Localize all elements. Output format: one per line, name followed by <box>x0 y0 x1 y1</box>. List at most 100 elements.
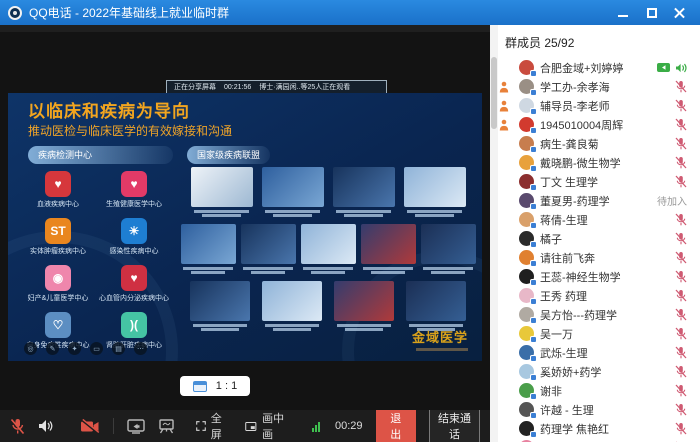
mobile-badge-icon <box>530 393 537 400</box>
member-status: 待加入 <box>657 193 687 208</box>
member-row[interactable]: 武烁-生理 <box>498 343 700 362</box>
fullscreen-button[interactable]: 全屏 <box>196 410 227 442</box>
member-row[interactable]: 药理学 焦艳红 <box>498 419 700 438</box>
member-row[interactable]: 吴一万 <box>498 324 700 343</box>
avatar <box>519 250 534 265</box>
center-icon: ☀ <box>121 218 147 244</box>
conference-photo <box>262 167 324 218</box>
pip-button[interactable]: 画中画 <box>245 410 285 442</box>
member-role-icon <box>499 100 509 112</box>
avatar <box>519 98 534 113</box>
member-name: 学工办-余孝海 <box>540 79 610 95</box>
member-name: 武烁-生理 <box>540 345 588 361</box>
member-scrollbar[interactable] <box>490 25 498 442</box>
whiteboard-button[interactable] <box>158 419 175 434</box>
member-row[interactable]: 请往前飞奔 <box>498 248 700 267</box>
conference-photo <box>421 224 476 275</box>
member-status <box>675 403 687 416</box>
close-icon[interactable] <box>674 7 686 19</box>
mic-muted-icon <box>10 418 25 435</box>
mobile-badge-icon <box>530 279 537 286</box>
center-label: 感染性疾病中心 <box>96 246 172 256</box>
photo-caption <box>190 321 250 331</box>
whiteboard-icon <box>158 419 175 434</box>
pending-join-label: 待加入 <box>657 193 687 208</box>
member-row[interactable]: 许越 - 生理 <box>498 400 700 419</box>
disease-center-tile: ♥ 生殖健康医学中心 <box>96 171 172 216</box>
center-icon: ♡ <box>45 312 71 338</box>
muted-mic-icon <box>675 232 687 245</box>
toolbar-divider <box>113 418 114 434</box>
member-name: 合肥金域+刘婷婷 <box>540 60 623 76</box>
member-row[interactable]: 王秀 药理 <box>498 286 700 305</box>
member-row[interactable]: 董夏男-药理学 待加入 <box>498 191 700 210</box>
mobile-badge-icon <box>530 355 537 362</box>
qq-call-app-icon <box>8 6 22 20</box>
member-row[interactable]: 如愿 <box>498 438 700 442</box>
member-name: 谢非 <box>540 383 562 399</box>
camera-off-button[interactable] <box>80 419 100 434</box>
maximize-icon[interactable] <box>646 7 658 19</box>
photo-caption <box>421 264 476 274</box>
screen-share-button[interactable] <box>127 419 145 434</box>
member-row[interactable]: 1945010004周辉 <box>498 115 700 134</box>
member-row[interactable]: 橘子 <box>498 229 700 248</box>
camera-off-icon <box>80 419 100 434</box>
fullscreen-icon <box>196 419 206 433</box>
mobile-badge-icon <box>530 146 537 153</box>
member-row[interactable]: 病生-龚良菊 <box>498 134 700 153</box>
member-row[interactable]: 丁文 生理学 <box>498 172 700 191</box>
member-row[interactable]: 奚娇娇+药学 <box>498 362 700 381</box>
mobile-badge-icon <box>530 241 537 248</box>
photo-caption <box>361 264 416 274</box>
scrollbar-thumb[interactable] <box>491 57 497 129</box>
disease-center-tile: ST 实体肿瘤疾病中心 <box>20 218 96 263</box>
slide-subtitle: 推动医检与临床医学的有效嫁接和沟通 <box>28 122 232 139</box>
mobile-badge-icon <box>530 108 537 115</box>
member-name: 请往前飞奔 <box>540 250 595 266</box>
member-name: 吴一万 <box>540 326 573 342</box>
ratio-1-1-button[interactable]: 1 : 1 <box>180 376 250 396</box>
member-name: 董夏男-药理学 <box>540 193 610 209</box>
end-call-button[interactable]: 结束通话 <box>429 406 480 442</box>
member-row[interactable]: 谢非 <box>498 381 700 400</box>
mobile-badge-icon <box>530 412 537 419</box>
member-status <box>656 62 687 74</box>
exit-button[interactable]: 退出 <box>376 406 417 442</box>
disease-center-grid: ♥ 血液疾病中心♥ 生殖健康医学中心ST 实体肿瘤疾病中心☀ 感染性疾病中心◉ … <box>20 171 172 357</box>
speaker-button[interactable] <box>38 419 53 433</box>
avatar <box>519 136 534 151</box>
conference-photo <box>406 281 466 332</box>
photo-collage <box>178 167 478 338</box>
minimize-icon[interactable] <box>618 7 630 19</box>
conference-photo <box>262 281 322 332</box>
member-row[interactable]: 吴方怡---药理学 <box>498 305 700 324</box>
avatar <box>519 79 534 94</box>
member-count-header: 群成员 25/92 <box>490 25 700 58</box>
member-row[interactable]: 学工办-余孝海 <box>498 77 700 96</box>
member-row[interactable]: 王蕊-神经生物学 <box>498 267 700 286</box>
mobile-badge-icon <box>530 203 537 210</box>
member-name: 许越 - 生理 <box>540 402 594 418</box>
member-status <box>675 327 687 340</box>
share-status-label: 正在分享屏幕 <box>174 82 216 92</box>
avatar <box>519 326 534 341</box>
pen-icon: ✎ <box>46 342 59 355</box>
window-ratio-icon <box>193 381 207 392</box>
member-row[interactable]: 合肥金域+刘婷婷 <box>498 58 700 77</box>
conference-photo <box>191 167 253 218</box>
avatar <box>519 269 534 284</box>
share-elapsed-time: 00:21:56 <box>224 84 251 91</box>
member-status <box>675 308 687 321</box>
member-row[interactable]: 蒋倩-生理 <box>498 210 700 229</box>
avatar <box>519 288 534 303</box>
member-status <box>675 289 687 302</box>
mic-muted-button[interactable] <box>10 418 25 435</box>
conference-photo <box>404 167 466 218</box>
member-row[interactable]: 辅导员-李老师 <box>498 96 700 115</box>
muted-mic-icon <box>675 251 687 264</box>
mobile-badge-icon <box>530 336 537 343</box>
pip-icon <box>245 420 257 433</box>
center-icon: ♥ <box>121 171 147 197</box>
member-row[interactable]: 戴晓鹏-微生物学 <box>498 153 700 172</box>
